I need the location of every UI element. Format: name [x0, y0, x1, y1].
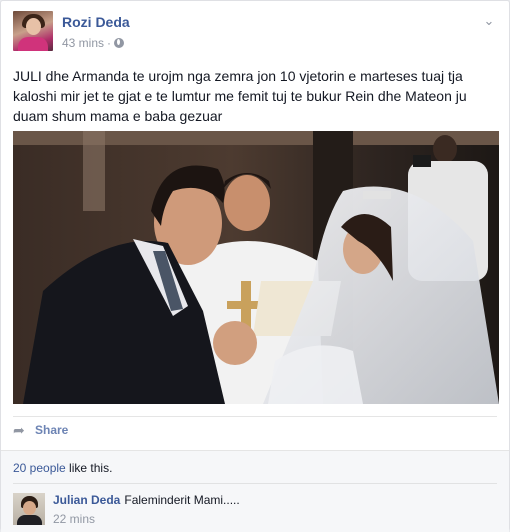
commenter-avatar-body: [17, 515, 42, 525]
post-photo[interactable]: [13, 131, 499, 404]
share-button[interactable]: ➦ Share: [13, 423, 68, 437]
comment-author-link[interactable]: Julian Deda: [53, 493, 120, 507]
avatar-shirt: [18, 37, 48, 51]
post-header: Rozi Deda 43 mins · ⌄: [13, 11, 497, 55]
share-label: Share: [35, 423, 69, 437]
wedding-photo-image: [13, 131, 499, 404]
actions-divider: [13, 416, 497, 417]
share-arrow-icon: ➦: [13, 422, 25, 438]
feed-post: Rozi Deda 43 mins · ⌄ JULI dhe Armanda t…: [0, 0, 510, 532]
comment-item: Julian Deda Faleminderit Mami..... 22 min…: [13, 491, 493, 527]
likes-suffix: like this.: [65, 461, 113, 475]
ufi-section: 20 people like this. Julian Deda Falemind…: [1, 450, 509, 532]
globe-icon[interactable]: [114, 38, 125, 48]
post-timestamp[interactable]: 43 mins: [62, 36, 104, 50]
comment-author-row: Julian Deda Faleminderit Mami.....: [53, 493, 240, 507]
meta-separator: ·: [107, 36, 112, 50]
chevron-down-icon[interactable]: ⌄: [481, 13, 497, 29]
post-meta: 43 mins ·: [62, 36, 125, 50]
commenter-avatar-face: [23, 501, 36, 515]
comment-text: Faleminderit Mami.....: [124, 493, 240, 507]
avatar-face: [26, 18, 41, 35]
commenter-avatar[interactable]: [13, 493, 45, 525]
comment-timestamp[interactable]: 22 mins: [53, 512, 95, 526]
post-text: JULI dhe Armanda te urojm nga zemra jon …: [13, 68, 467, 124]
likes-summary: 20 people like this.: [13, 461, 112, 475]
author-name-link[interactable]: Rozi Deda: [62, 14, 130, 30]
author-avatar[interactable]: [13, 11, 53, 51]
likes-count-link[interactable]: 20 people: [13, 461, 66, 475]
ufi-divider: [13, 483, 497, 484]
